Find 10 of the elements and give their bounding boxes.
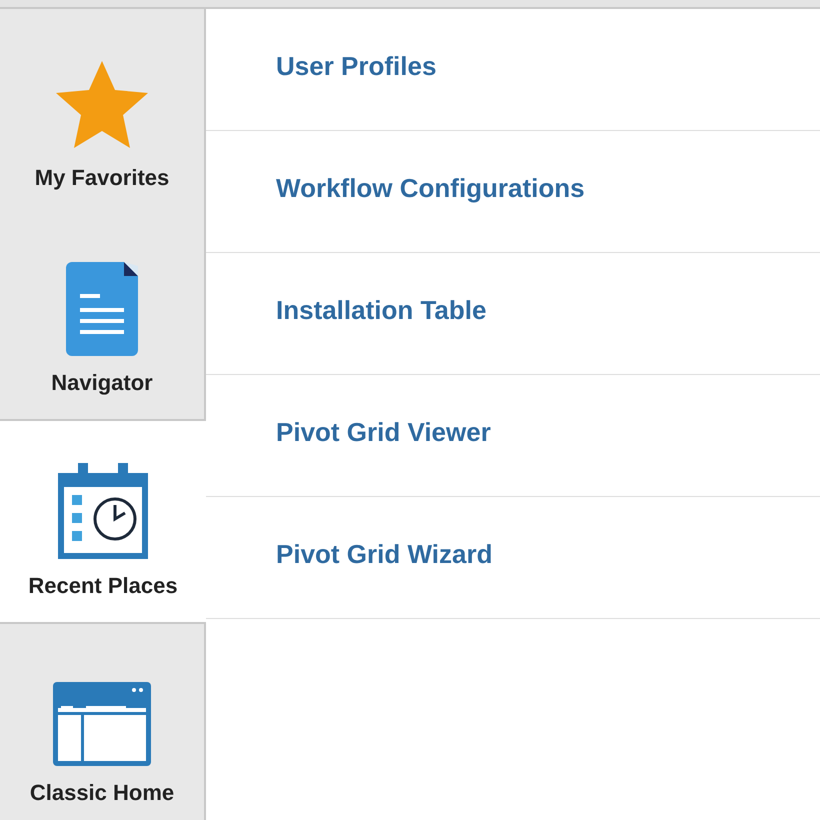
menu-link[interactable]: User Profiles	[276, 47, 436, 86]
menu-link[interactable]: Pivot Grid Wizard	[276, 535, 492, 574]
star-icon	[54, 59, 150, 151]
sidebar-tab[interactable]: Recent Places	[0, 419, 206, 624]
document-icon	[66, 262, 138, 356]
browser-window-icon	[53, 682, 151, 766]
calendar-clock-icon	[58, 463, 148, 559]
menu-link[interactable]: Installation Table	[276, 291, 486, 330]
menu-link[interactable]: Pivot Grid Viewer	[276, 413, 491, 452]
menu-link[interactable]: Workflow Configurations	[276, 169, 585, 208]
